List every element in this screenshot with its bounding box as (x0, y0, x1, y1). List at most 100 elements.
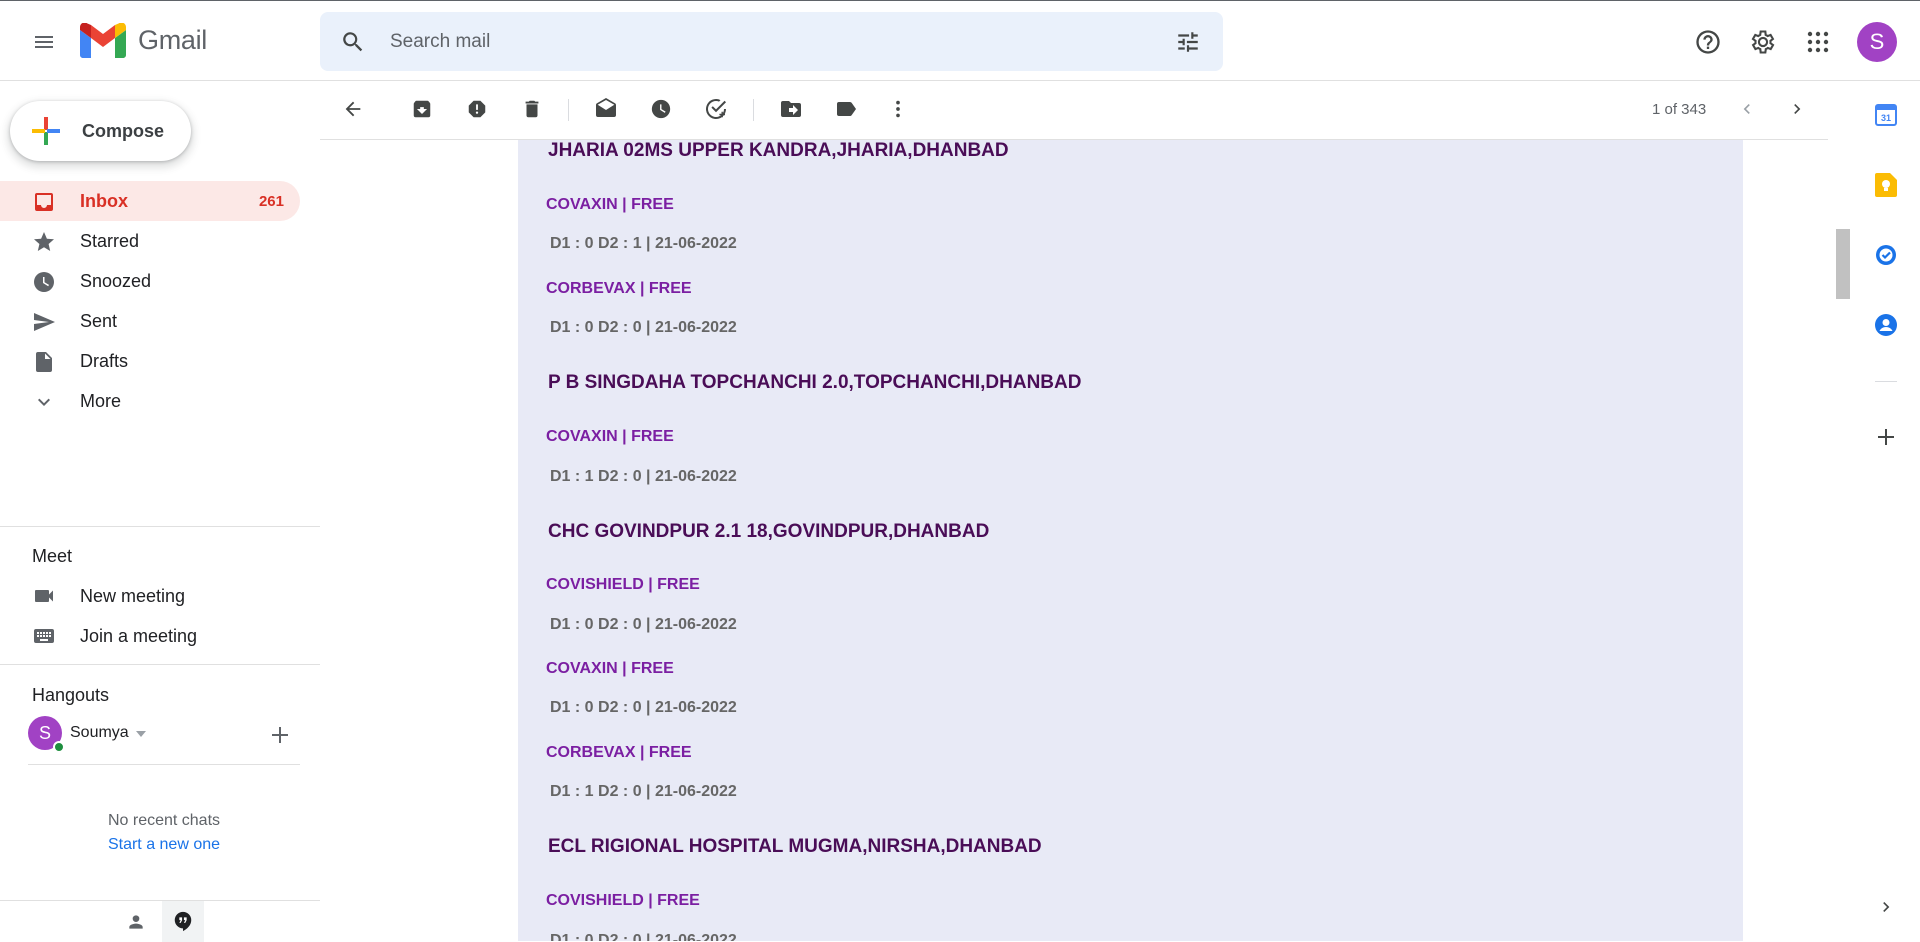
message-scrollbar[interactable] (1836, 82, 1850, 941)
move-to-folder-icon (781, 101, 801, 117)
caret-down-icon[interactable] (136, 731, 146, 737)
more-actions-button[interactable] (878, 89, 918, 129)
side-panel-divider (1875, 381, 1897, 382)
video-camera-icon (35, 590, 53, 602)
app-header: Gmail S (0, 1, 1920, 81)
svg-text:31: 31 (1881, 113, 1891, 123)
chat-bottom-bar (0, 900, 320, 942)
join-meeting-button[interactable]: Join a meeting (0, 616, 320, 656)
main-menu-button[interactable] (20, 18, 68, 66)
account-avatar[interactable]: S (1857, 22, 1897, 62)
dose-info: D1 : 0 D2 : 0 | 21-06-2022 (550, 932, 737, 941)
archive-button[interactable] (402, 89, 442, 129)
new-meeting-label: New meeting (80, 586, 186, 606)
back-button[interactable] (333, 89, 373, 129)
mark-unread-icon (596, 98, 616, 117)
report-spam-button[interactable] (457, 89, 497, 129)
nav-item-snoozed[interactable]: Snoozed (0, 261, 300, 301)
center-title: CHC GOVINDPUR 2.1 18,GOVINDPUR,DHANBAD (548, 521, 990, 542)
plus-icon (1878, 429, 1894, 445)
dose-info: D1 : 1 D2 : 0 | 21-06-2022 (550, 468, 737, 485)
vaccine-type: COVISHIELD | FREE (546, 576, 700, 593)
chevron-left-icon (1743, 104, 1750, 114)
inbox-icon (35, 193, 53, 211)
hangouts-user-name: Soumya (70, 724, 129, 741)
meet-title: Meet (32, 546, 73, 566)
nav-item-drafts[interactable]: Drafts (0, 341, 300, 381)
nav-item-more[interactable]: More (0, 381, 300, 421)
gmail-logo[interactable]: Gmail (80, 23, 207, 58)
keep-icon (1875, 173, 1897, 197)
unread-count: 261 (258, 192, 284, 210)
gear-icon (1751, 30, 1775, 54)
message-view: JHARIA 02MS UPPER KANDRA,JHARIA,DHANBAD … (320, 140, 1828, 941)
clock-icon (34, 272, 54, 292)
get-addons-button[interactable] (1873, 424, 1899, 450)
apps-grid-icon (1807, 31, 1829, 53)
no-recent-chats: No recent chats (107, 812, 221, 829)
pagination-text: 1 of 343 (1652, 101, 1707, 118)
chevron-right-icon (1883, 902, 1890, 912)
vaccine-type: COVAXIN | FREE (546, 660, 674, 677)
calendar-app-button[interactable]: 31 (1873, 102, 1899, 128)
search-bar[interactable] (320, 12, 1223, 71)
compose-label: Compose (82, 120, 165, 141)
center-title: JHARIA 02MS UPPER KANDRA,JHARIA,DHANBAD (548, 140, 1009, 161)
support-button[interactable] (1684, 18, 1732, 66)
hide-side-panel-button[interactable] (1873, 894, 1899, 920)
search-input[interactable] (390, 12, 1150, 71)
app-name: Gmail (138, 25, 208, 55)
move-to-button[interactable] (771, 89, 811, 129)
mark-unread-button[interactable] (586, 89, 626, 129)
search-options-icon[interactable] (1175, 29, 1201, 55)
hamburger-menu-icon (35, 36, 53, 48)
hangouts-title: Hangouts (32, 685, 110, 705)
gmail-m-icon (80, 23, 126, 58)
keep-app-button[interactable] (1873, 172, 1899, 198)
scrollbar-thumb[interactable] (1836, 229, 1850, 299)
mail-nav: Inbox 261 Starred Snoozed Sent Drafts Mo… (0, 181, 300, 421)
dose-info: D1 : 0 D2 : 0 | 21-06-2022 (550, 616, 737, 633)
hangouts-tab[interactable] (162, 901, 204, 942)
more-vert-icon (896, 100, 900, 118)
vaccine-type: COVAXIN | FREE (546, 428, 674, 445)
older-button[interactable] (1777, 89, 1817, 129)
label-icon (837, 102, 856, 116)
trash-icon (525, 100, 539, 118)
snooze-clock-icon (651, 99, 671, 119)
delete-button[interactable] (512, 89, 552, 129)
add-to-tasks-button[interactable] (696, 89, 736, 129)
vaccine-type: CORBEVAX | FREE (546, 280, 692, 297)
nav-item-sent[interactable]: Sent (0, 301, 300, 341)
person-icon[interactable] (126, 912, 146, 932)
email-body: JHARIA 02MS UPPER KANDRA,JHARIA,DHANBAD … (518, 140, 1743, 941)
nav-item-starred[interactable]: Starred (0, 221, 300, 261)
nav-item-inbox[interactable]: Inbox 261 (0, 181, 300, 221)
keyboard-icon (34, 629, 54, 643)
nav-label: Drafts (80, 350, 129, 371)
hangouts-user[interactable]: S Soumya (28, 716, 308, 753)
google-apps-button[interactable] (1794, 18, 1842, 66)
start-new-chat-link[interactable]: Start a new one (0, 836, 328, 854)
compose-button[interactable]: Compose (10, 101, 191, 161)
labels-button[interactable] (826, 89, 866, 129)
settings-button[interactable] (1739, 18, 1787, 66)
add-chat-icon[interactable] (271, 726, 289, 744)
toolbar-separator (753, 99, 754, 121)
search-icon[interactable] (340, 29, 366, 55)
compose-plus-icon (32, 117, 60, 145)
spam-icon (468, 100, 486, 118)
tasks-app-button[interactable] (1873, 242, 1899, 268)
dose-info: D1 : 1 D2 : 0 | 21-06-2022 (550, 783, 737, 800)
dose-info: D1 : 0 D2 : 1 | 21-06-2022 (550, 235, 737, 252)
help-icon (1696, 30, 1720, 54)
new-meeting-button[interactable]: New meeting (0, 576, 320, 616)
contacts-app-button[interactable] (1873, 312, 1899, 338)
online-status-dot (53, 741, 65, 753)
contacts-icon (1875, 314, 1897, 336)
snooze-button[interactable] (641, 89, 681, 129)
nav-label: Inbox (80, 190, 128, 211)
vaccine-type: COVAXIN | FREE (546, 196, 674, 213)
newer-button[interactable] (1727, 89, 1767, 129)
meet-divider (0, 664, 320, 665)
